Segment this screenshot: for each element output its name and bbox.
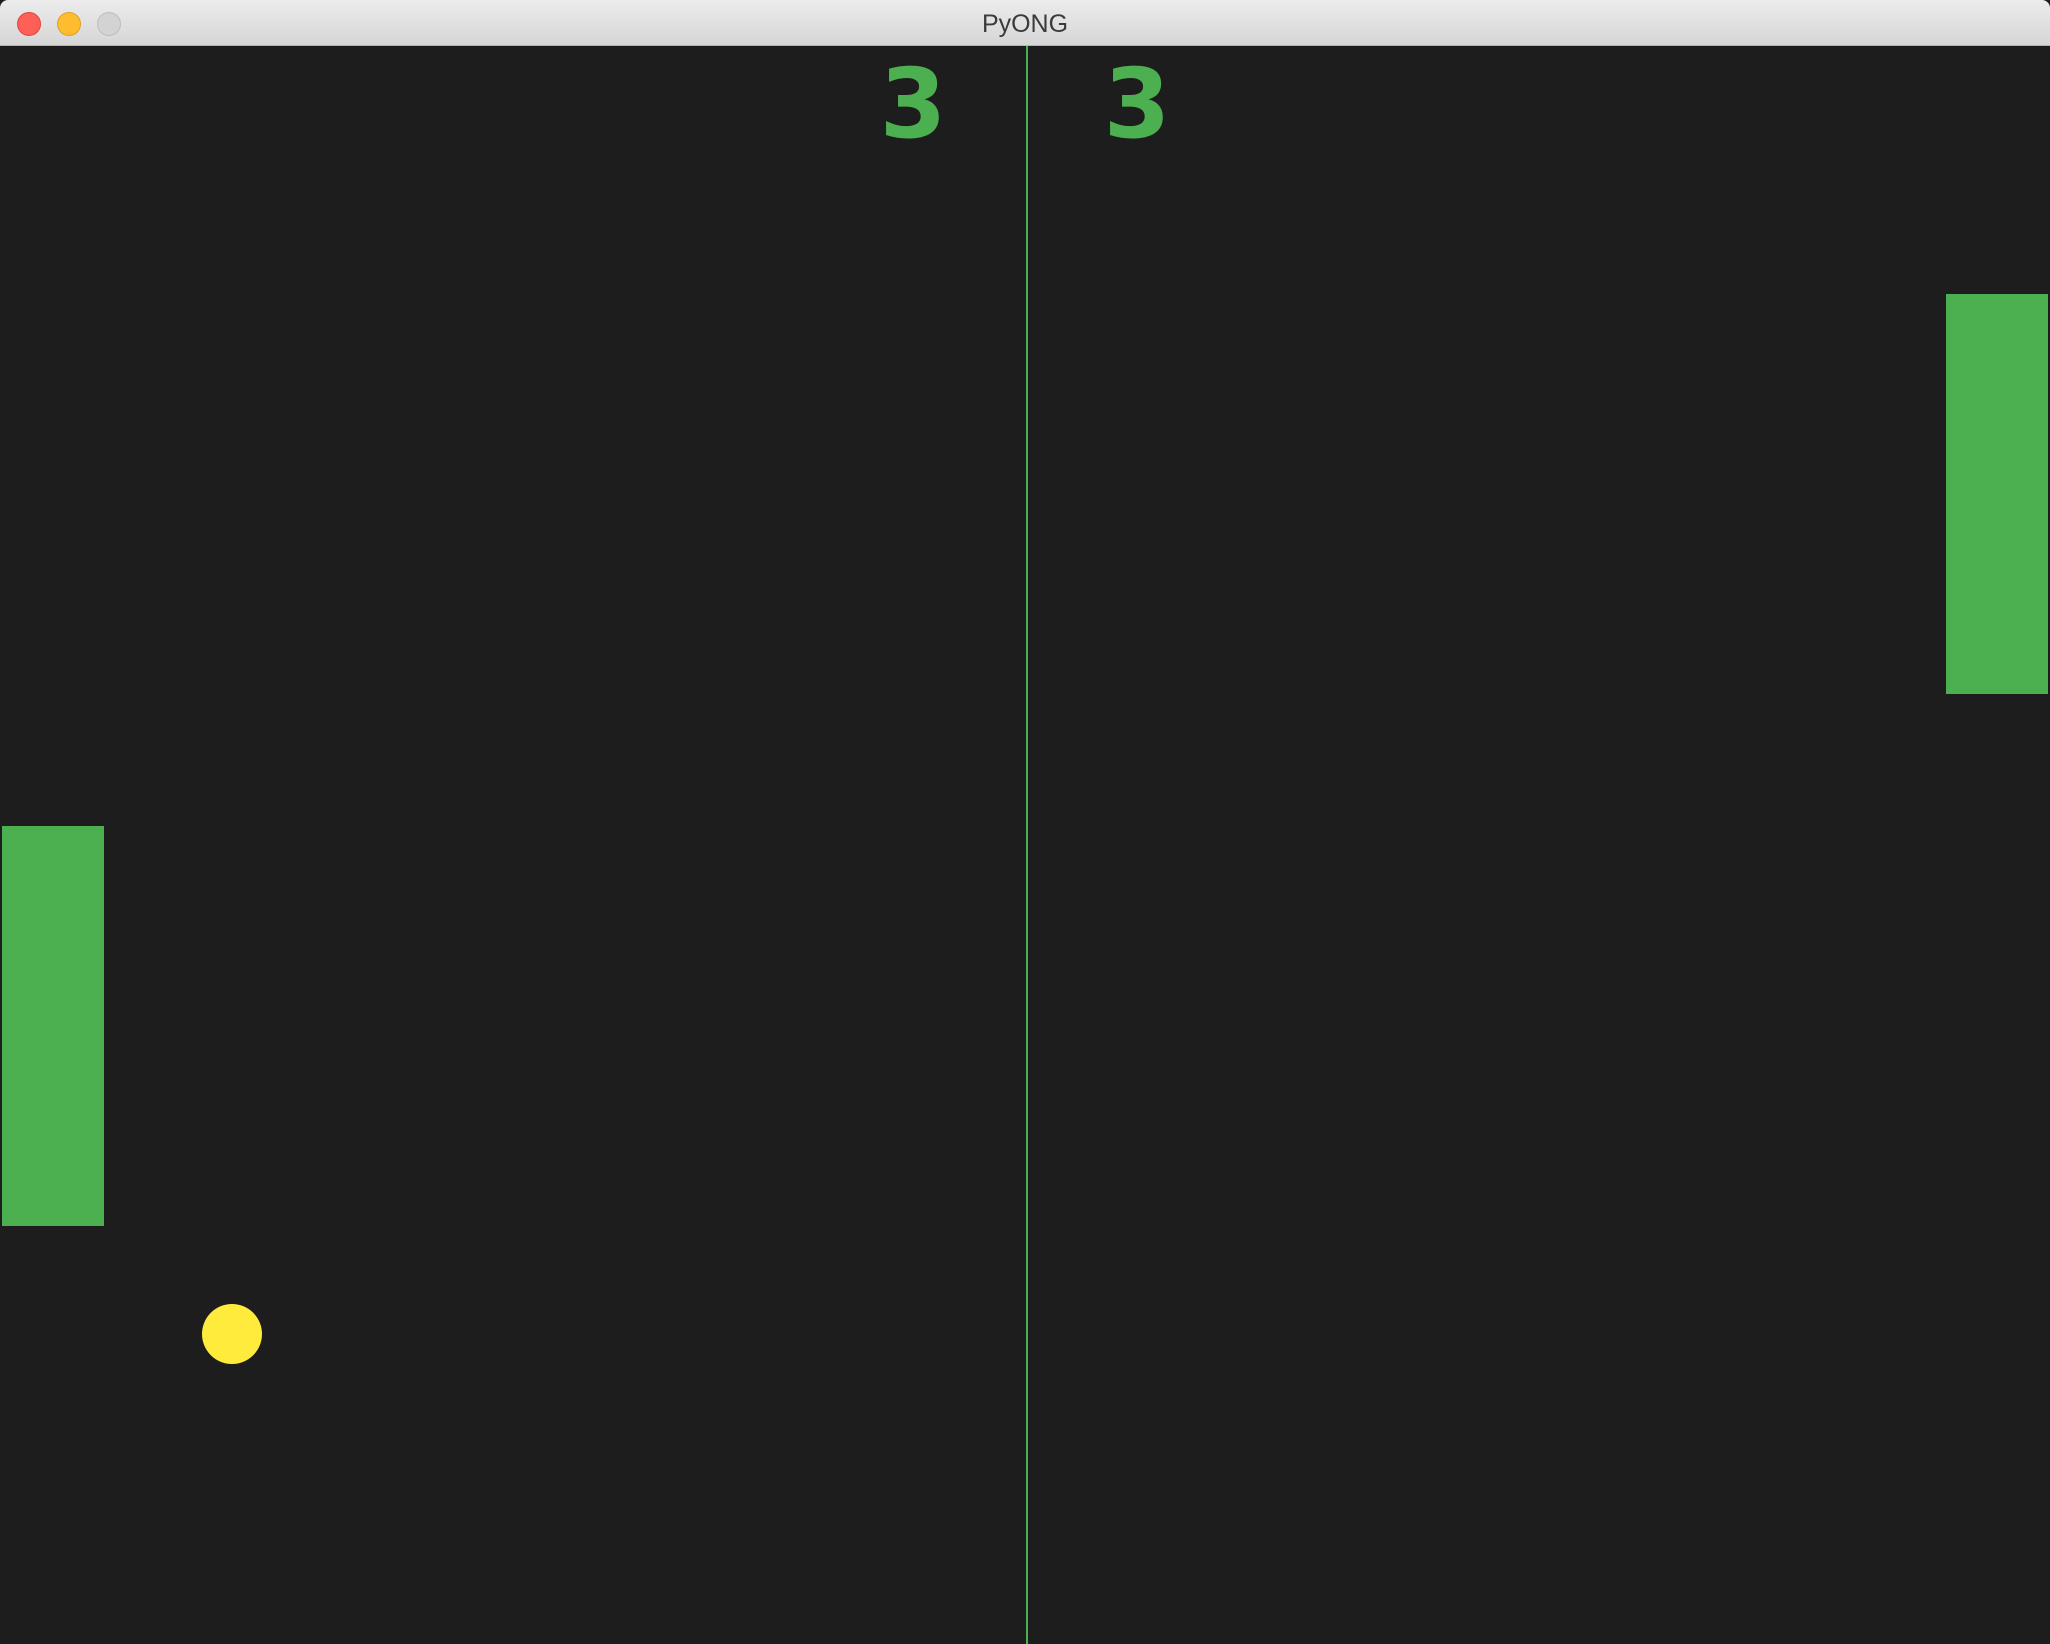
center-line [1026,46,1028,1644]
right-player-score: 3 [1103,48,1171,160]
game-field[interactable]: 3 3 [0,46,2050,1644]
window-title: PyONG [981,10,1069,38]
ball [202,1304,262,1364]
title-bar[interactable]: PyONG [0,0,2050,46]
game-window: PyONG 3 3 [0,0,2050,1644]
left-player-score: 3 [879,48,947,160]
left-paddle [2,826,104,1226]
right-paddle [1946,294,2048,694]
